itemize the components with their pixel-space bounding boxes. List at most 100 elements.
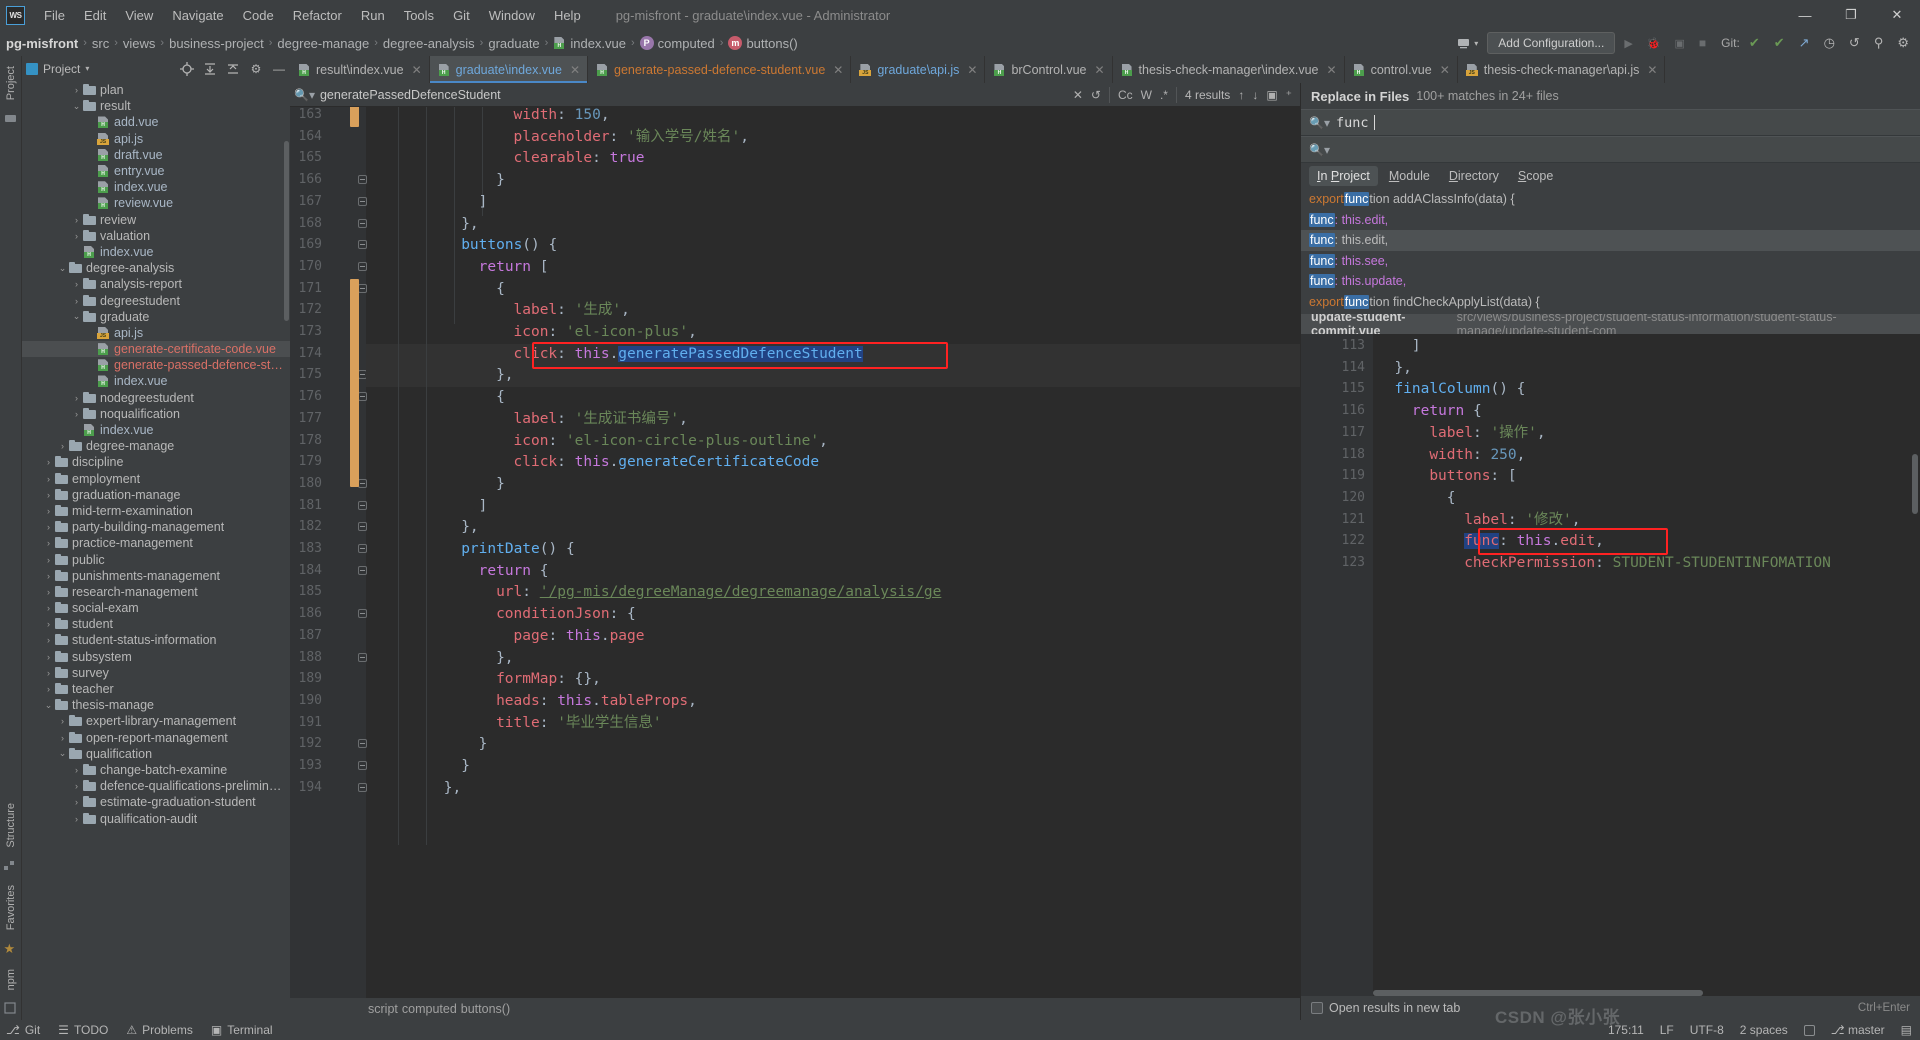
- search-results-list[interactable]: export func tion addAClassInfo(data) {fun…: [1301, 189, 1920, 314]
- chevron-down-icon[interactable]: ⌄: [70, 311, 83, 322]
- tree-folder-node[interactable]: › punishments-management: [22, 568, 290, 584]
- chevron-right-icon[interactable]: ›: [56, 441, 69, 451]
- chevron-right-icon[interactable]: ›: [70, 797, 83, 807]
- whole-words-toggle[interactable]: W: [1141, 88, 1152, 102]
- chevron-right-icon[interactable]: ›: [70, 85, 83, 95]
- chevron-right-icon[interactable]: ›: [70, 781, 83, 791]
- chevron-down-icon[interactable]: ⌄: [42, 700, 55, 711]
- close-button[interactable]: ✕: [1874, 0, 1920, 30]
- tree-folder-node[interactable]: › nodegreestudent: [22, 390, 290, 406]
- tree-file-node[interactable]: generate-passed-defence-student.vue: [22, 357, 290, 373]
- replace-with-field[interactable]: 🔍▾: [1301, 136, 1920, 163]
- tree-folder-node[interactable]: ⌄ result: [22, 98, 290, 114]
- git-push-icon[interactable]: ↗: [1794, 32, 1815, 54]
- tree-folder-node[interactable]: › open-report-management: [22, 730, 290, 746]
- menu-view[interactable]: View: [116, 5, 162, 26]
- tree-folder-node[interactable]: › social-exam: [22, 600, 290, 616]
- regex-toggle[interactable]: .*: [1160, 88, 1168, 102]
- chevron-right-icon[interactable]: ›: [70, 765, 83, 775]
- close-tab-icon[interactable]: ✕: [1094, 63, 1104, 77]
- chevron-right-icon[interactable]: ›: [56, 733, 69, 743]
- menu-edit[interactable]: Edit: [75, 5, 115, 26]
- tree-folder-node[interactable]: › graduation-manage: [22, 487, 290, 503]
- bottom-crumb-computed[interactable]: computed: [402, 1002, 457, 1016]
- find-add-icon[interactable]: ⁺: [1286, 88, 1292, 102]
- tree-folder-node[interactable]: ⌄ degree-analysis: [22, 260, 290, 276]
- close-tab-icon[interactable]: ✕: [412, 63, 422, 77]
- menu-code[interactable]: Code: [234, 5, 283, 26]
- find-clear-icon[interactable]: ✕: [1073, 88, 1083, 102]
- tree-folder-node[interactable]: › review: [22, 212, 290, 228]
- run-button[interactable]: ▶: [1619, 32, 1637, 54]
- tree-folder-node[interactable]: › mid-term-examination: [22, 503, 290, 519]
- maximize-button[interactable]: ❐: [1828, 0, 1874, 30]
- scope-in-project[interactable]: In Project: [1309, 166, 1378, 186]
- search-result-item[interactable]: func: this.edit,: [1301, 210, 1920, 231]
- search-result-item[interactable]: func: this.update,: [1301, 271, 1920, 292]
- tree-folder-node[interactable]: › student: [22, 616, 290, 632]
- tree-file-node[interactable]: index.vue: [22, 244, 290, 260]
- chevron-right-icon[interactable]: ›: [42, 506, 55, 516]
- breadcrumb-index-vue[interactable]: index.vue: [553, 36, 626, 51]
- tree-folder-node[interactable]: › noqualification: [22, 406, 290, 422]
- chevron-right-icon[interactable]: ›: [42, 684, 55, 694]
- tree-file-node[interactable]: index.vue: [22, 422, 290, 438]
- result-preview-editor[interactable]: 113 114 115 116 117 118 119 120 121 122 123 ]}, fin…: [1301, 334, 1920, 996]
- tree-folder-node[interactable]: › research-management: [22, 584, 290, 600]
- collapse-all-icon[interactable]: [226, 62, 240, 76]
- breadcrumb-degree-analysis[interactable]: degree-analysis: [383, 36, 475, 51]
- search-result-item[interactable]: func: this.see,: [1301, 251, 1920, 272]
- caret-position[interactable]: 175:11: [1608, 1023, 1644, 1037]
- tree-folder-node[interactable]: › analysis-report: [22, 276, 290, 292]
- rail-project-label[interactable]: Project: [5, 60, 17, 106]
- editor-tab-bar[interactable]: result\index.vue✕graduate\index.vue✕gene…: [290, 56, 1920, 83]
- tree-file-node[interactable]: review.vue: [22, 195, 290, 211]
- menu-help[interactable]: Help: [545, 5, 590, 26]
- code-scroll-area[interactable]: 163 164 165 166 167 168 169 170 171 172 173 174 175 1…: [290, 107, 1300, 998]
- tree-folder-node[interactable]: ⌄ graduate: [22, 309, 290, 325]
- bottom-crumb-script[interactable]: script: [368, 1002, 398, 1016]
- scope-directory[interactable]: Directory: [1441, 166, 1507, 186]
- editor-tab[interactable]: graduate\index.vue ✕: [429, 56, 589, 83]
- search-result-item[interactable]: export func tion findCheckApplyList(data)…: [1301, 292, 1920, 313]
- breadcrumb-src[interactable]: src: [92, 36, 109, 51]
- undo-icon[interactable]: ↺: [1844, 32, 1865, 54]
- tree-folder-node[interactable]: › estimate-graduation-student: [22, 794, 290, 810]
- event-log-icon[interactable]: ▤: [1901, 1023, 1912, 1037]
- close-tab-icon[interactable]: ✕: [570, 63, 580, 77]
- tree-file-node[interactable]: api.js: [22, 325, 290, 341]
- menu-git[interactable]: Git: [444, 5, 479, 26]
- menu-window[interactable]: Window: [480, 5, 544, 26]
- debug-button[interactable]: 🐞: [1642, 32, 1666, 54]
- vcs-change-marker[interactable]: [350, 107, 359, 127]
- tree-scrollbar[interactable]: [284, 141, 289, 321]
- chevron-right-icon[interactable]: ›: [42, 652, 55, 662]
- git-update-icon[interactable]: ✔: [1744, 32, 1765, 54]
- scope-scope[interactable]: Scope: [1510, 166, 1561, 186]
- scope-module[interactable]: Module: [1381, 166, 1438, 186]
- tree-folder-node[interactable]: › public: [22, 551, 290, 567]
- menu-run[interactable]: Run: [352, 5, 394, 26]
- tree-folder-node[interactable]: ⌄ thesis-manage: [22, 697, 290, 713]
- chevron-right-icon[interactable]: ›: [42, 587, 55, 597]
- add-configuration-button[interactable]: Add Configuration...: [1487, 32, 1616, 54]
- tree-folder-node[interactable]: › practice-management: [22, 535, 290, 551]
- menu-file[interactable]: File: [35, 5, 74, 26]
- find-prev-icon[interactable]: ↑: [1238, 88, 1244, 102]
- close-tab-icon[interactable]: ✕: [833, 63, 843, 77]
- structure-icon[interactable]: [3, 859, 18, 873]
- status-terminal[interactable]: ▣ Terminal: [211, 1023, 273, 1037]
- star-icon[interactable]: ★: [4, 942, 18, 957]
- breadcrumb-business-project[interactable]: business-project: [169, 36, 264, 51]
- chevron-right-icon[interactable]: ›: [42, 619, 55, 629]
- close-tab-icon[interactable]: ✕: [1327, 63, 1337, 77]
- rail-favorites-label[interactable]: Favorites: [5, 879, 17, 936]
- tree-folder-node[interactable]: › expert-library-management: [22, 713, 290, 729]
- close-tab-icon[interactable]: ✕: [1647, 63, 1657, 77]
- locate-file-icon[interactable]: [180, 61, 194, 76]
- run-config-selector-icon[interactable]: ▾: [1451, 32, 1483, 54]
- tree-folder-node[interactable]: › plan: [22, 82, 290, 98]
- git-branch[interactable]: ⎇ master: [1831, 1023, 1885, 1037]
- chevron-right-icon[interactable]: ›: [42, 457, 55, 467]
- chevron-right-icon[interactable]: ›: [70, 231, 83, 241]
